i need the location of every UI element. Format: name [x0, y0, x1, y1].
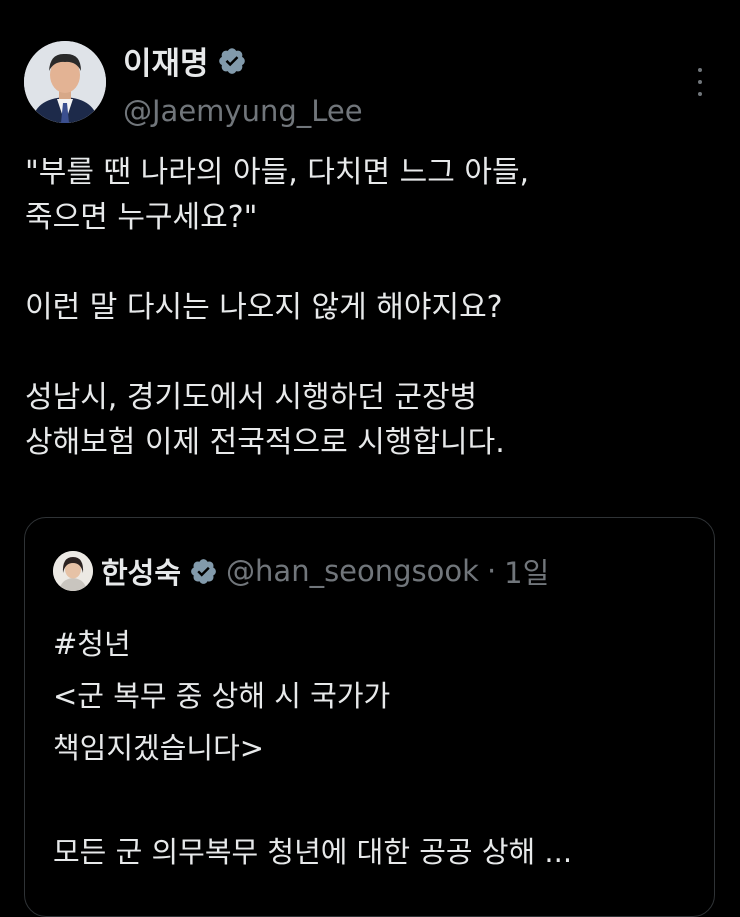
- tweet-paragraph: 이런 말 다시는 나오지 않게 해야지요?: [25, 285, 725, 330]
- verified-badge-icon: [189, 557, 218, 586]
- tweet-text: "부를 땐 나라의 아들, 다치면 느그 아들, 죽으면 누구세요?" 이런 말…: [25, 150, 725, 465]
- profile-photo-icon: [53, 551, 93, 591]
- more-dot-icon: [698, 68, 702, 72]
- header-separator: ·: [486, 554, 497, 588]
- more-dot-icon: [698, 80, 702, 84]
- profile-photo-icon: [24, 41, 106, 123]
- quoted-line: 모든 군 의무복무 청년에 대한 공공 상해 ...: [53, 835, 573, 869]
- more-dot-icon: [698, 92, 702, 96]
- tweet-line: 죽으면 누구세요?": [25, 200, 258, 235]
- verified-badge-icon: [218, 47, 245, 74]
- tweet-line: "부를 땐 나라의 아들, 다치면 느그 아들,: [25, 155, 530, 190]
- quoted-author-name[interactable]: 한성숙: [101, 550, 181, 592]
- tweet-paragraph: "부를 땐 나라의 아들, 다치면 느그 아들, 죽으면 누구세요?": [25, 150, 725, 240]
- tweet-line: 상해보험 이제 전국적으로 시행합니다.: [25, 425, 505, 460]
- tweet-paragraph: 성남시, 경기도에서 시행하던 군장병 상해보험 이제 전국적으로 시행합니다.: [25, 375, 725, 465]
- tweet-line: 성남시, 경기도에서 시행하던 군장병: [25, 380, 478, 415]
- quoted-tweet-text: #청년 <군 복무 중 상해 시 국가가 책임지겠습니다> 모든 군 의무복무 …: [53, 618, 703, 878]
- author-name-row[interactable]: 이재명: [123, 38, 247, 83]
- quoted-author-handle[interactable]: @han_seongsook: [226, 554, 479, 588]
- quoted-tweet-time[interactable]: 1일: [504, 550, 549, 592]
- quoted-line[interactable]: #청년: [53, 618, 703, 670]
- quoted-line: <군 복무 중 상해 시 국가가: [53, 679, 391, 713]
- author-avatar[interactable]: [24, 41, 106, 123]
- quoted-tweet-card[interactable]: 한성숙 @han_seongsook · 1일 #청년 <군 복무 중 상해 시…: [24, 517, 715, 917]
- author-handle[interactable]: @Jaemyung_Lee: [123, 94, 363, 128]
- quoted-author-avatar[interactable]: [53, 551, 93, 591]
- quoted-line: 책임지겠습니다>: [53, 731, 265, 765]
- tweet-line: 이런 말 다시는 나오지 않게 해야지요?: [25, 290, 503, 325]
- quoted-tweet-header: 한성숙 @han_seongsook · 1일: [101, 550, 549, 592]
- more-options-button[interactable]: [690, 68, 710, 96]
- author-name[interactable]: 이재명: [123, 38, 209, 83]
